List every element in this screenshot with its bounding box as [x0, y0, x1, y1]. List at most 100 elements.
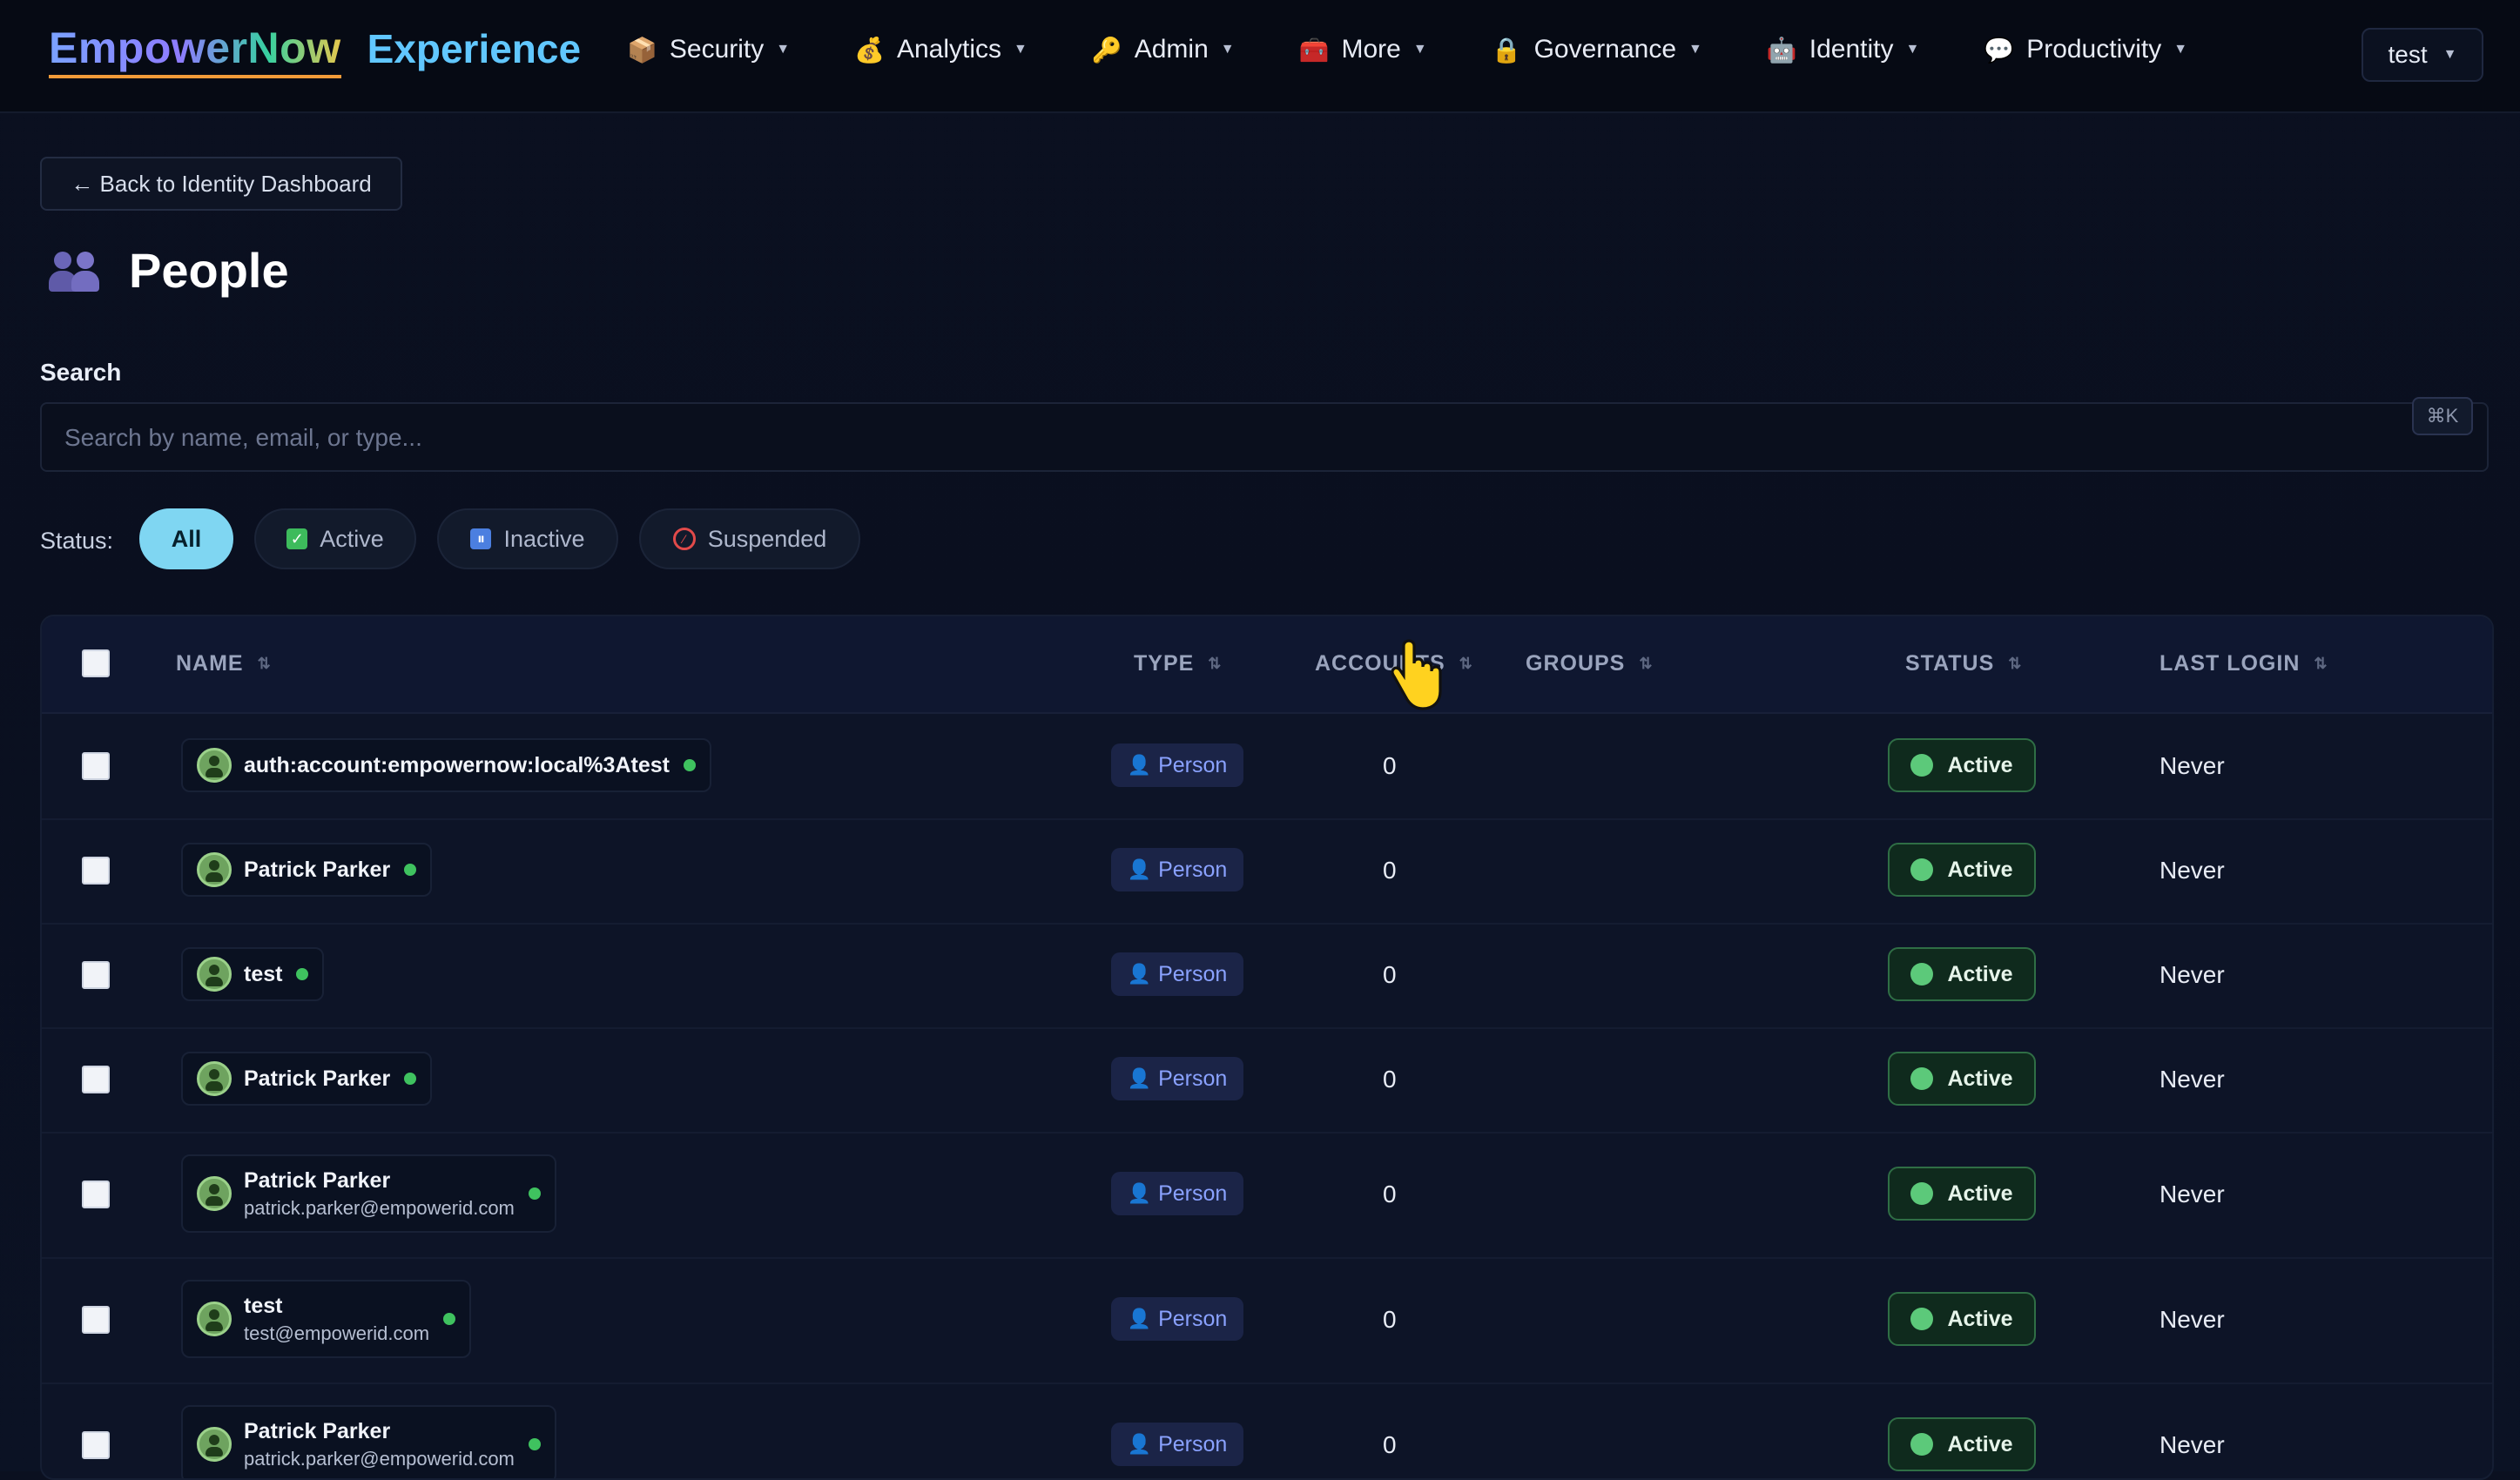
type-badge: 👤 Person [1111, 1423, 1243, 1466]
table-row[interactable]: auth:account:empowernow:local%3Atest 👤 Pe… [42, 714, 2492, 820]
caret-down-icon: ▼ [1014, 42, 1028, 57]
chip-label: Suspended [707, 525, 827, 552]
row-checkbox[interactable] [82, 1306, 110, 1334]
nav-label: Analytics [896, 35, 1002, 64]
nav-admin[interactable]: 🔑 Admin ▼ [1092, 35, 1235, 64]
table-row[interactable]: Patrick Parker 👤 Person 0 Active Never [42, 1027, 2492, 1134]
sort-icon: ⇅ [1459, 655, 1473, 672]
name-cell[interactable]: auth:account:empowernow:local%3Atest [181, 738, 711, 792]
speech-bubble-icon: 💬 [1984, 36, 2015, 64]
name-cell[interactable]: Patrick Parker [181, 1052, 433, 1106]
table-row[interactable]: Patrick Parker patrick.parker@empowerid.… [42, 1382, 2492, 1478]
status-dot [1910, 858, 1934, 881]
status-badge: Active [1888, 843, 2036, 897]
status-badge: Active [1888, 1292, 2036, 1346]
column-header-groups[interactable]: GROUPS ⇅ [1526, 651, 1653, 676]
robot-icon: 🤖 [1766, 36, 1797, 64]
filter-inactive-chip[interactable]: ⏸ Inactive [437, 508, 618, 569]
nav-analytics[interactable]: 💰 Analytics ▼ [854, 35, 1028, 64]
filter-active-chip[interactable]: ✓ Active [254, 508, 416, 569]
caret-down-icon: ▼ [1412, 42, 1427, 57]
person-icon: 👤 [1127, 1433, 1152, 1455]
back-to-dashboard-button[interactable]: ← Back to Identity Dashboard [40, 157, 402, 211]
avatar [197, 1302, 232, 1336]
last-login: Never [2160, 752, 2225, 779]
brand-name: EmpowerNow [49, 23, 341, 78]
people-table: NAME ⇅ TYPE ⇅ ACCOUNTS ⇅ GROUPS ⇅ STATUS ⇅ LA… [40, 615, 2494, 1480]
checkmark-icon: ✓ [286, 528, 308, 549]
column-header-type[interactable]: TYPE ⇅ [1134, 651, 1222, 676]
last-login: Never [2160, 1181, 2225, 1208]
sort-icon: ⇅ [257, 655, 272, 672]
nav-label: Productivity [2026, 35, 2162, 64]
nav-security[interactable]: 📦 Security ▼ [627, 35, 790, 64]
accounts-count: 0 [1383, 752, 1397, 779]
nav-productivity[interactable]: 💬 Productivity ▼ [1984, 35, 2187, 64]
name-cell[interactable]: Patrick Parker patrick.parker@empowerid.… [181, 1405, 556, 1478]
online-indicator [683, 759, 696, 771]
row-checkbox[interactable] [82, 752, 110, 780]
person-name: Patrick Parker [244, 1066, 391, 1091]
top-navbar: EmpowerNow Experience 📦 Security ▼ 💰 Analyt… [0, 0, 2520, 113]
online-indicator [404, 1073, 417, 1085]
row-checkbox[interactable] [82, 1066, 110, 1093]
column-header-name[interactable]: NAME ⇅ [176, 651, 272, 676]
nav-label: Identity [1809, 35, 1894, 64]
online-indicator [296, 968, 309, 980]
status-dot [1910, 754, 1934, 777]
status-filter-label: Status: [40, 528, 114, 554]
sort-icon: ⇅ [1208, 655, 1223, 672]
avatar [197, 1427, 232, 1462]
nav-identity[interactable]: 🤖 Identity ▼ [1767, 35, 1919, 64]
status-dot [1910, 1433, 1934, 1456]
status-badge: Active [1888, 1052, 2036, 1106]
row-checkbox[interactable] [82, 857, 110, 885]
filter-all-chip[interactable]: All [139, 508, 233, 569]
page-header: People [49, 242, 289, 299]
sort-icon: ⇅ [2314, 655, 2328, 672]
user-name: test [2388, 41, 2428, 68]
person-email: test@empowerid.com [244, 1322, 430, 1344]
table-row[interactable]: Patrick Parker patrick.parker@empowerid.… [42, 1132, 2492, 1259]
money-bag-icon: 💰 [854, 36, 885, 64]
status-dot [1910, 1308, 1934, 1330]
table-row[interactable]: Patrick Parker 👤 Person 0 Active Never [42, 818, 2492, 925]
row-checkbox[interactable] [82, 961, 110, 989]
sort-icon: ⇅ [1639, 655, 1654, 672]
name-cell[interactable]: Patrick Parker patrick.parker@empowerid.… [181, 1154, 556, 1233]
table-header: NAME ⇅ TYPE ⇅ ACCOUNTS ⇅ GROUPS ⇅ STATUS ⇅ LA… [42, 616, 2492, 714]
row-checkbox[interactable] [82, 1181, 110, 1208]
person-icon: 👤 [1127, 963, 1152, 985]
table-row[interactable]: test test@empowerid.com 👤 Person 0 Active… [42, 1257, 2492, 1384]
nav-governance[interactable]: 🔒 Governance ▼ [1492, 35, 1702, 64]
person-name: Patrick Parker [244, 1418, 391, 1443]
user-menu-button[interactable]: test ▼ [2362, 28, 2483, 82]
name-cell[interactable]: test [181, 947, 325, 1001]
row-checkbox[interactable] [82, 1431, 110, 1459]
accounts-count: 0 [1383, 1066, 1397, 1093]
search-box [40, 402, 2489, 472]
search-label: Search [40, 359, 122, 386]
shield-box-icon: 📦 [627, 36, 657, 64]
last-login: Never [2160, 1431, 2225, 1458]
toolbox-icon: 🧰 [1298, 36, 1330, 64]
select-all-checkbox[interactable] [82, 649, 110, 677]
type-badge: 👤 Person [1111, 848, 1243, 891]
accounts-count: 0 [1383, 1181, 1397, 1208]
accounts-count: 0 [1383, 961, 1397, 988]
online-indicator [443, 1313, 456, 1325]
brand-product: Experience [367, 26, 582, 71]
brand-logo[interactable]: EmpowerNow Experience [49, 23, 581, 78]
name-cell[interactable]: test test@empowerid.com [181, 1280, 472, 1358]
nav-label: Admin [1134, 35, 1209, 64]
name-cell[interactable]: Patrick Parker [181, 843, 433, 897]
search-input[interactable] [63, 404, 2400, 472]
person-name: test [244, 961, 283, 986]
filter-suspended-chip[interactable]: ⁄ Suspended [639, 508, 860, 569]
nav-more[interactable]: 🧰 More ▼ [1299, 35, 1427, 64]
nav-label: Governance [1533, 35, 1677, 64]
column-header-status[interactable]: STATUS ⇅ [1905, 651, 2022, 676]
table-row[interactable]: test 👤 Person 0 Active Never [42, 923, 2492, 1029]
column-header-last-login[interactable]: LAST LOGIN ⇅ [2160, 651, 2328, 676]
keyboard-shortcut-hint: ⌘K [2412, 397, 2473, 435]
